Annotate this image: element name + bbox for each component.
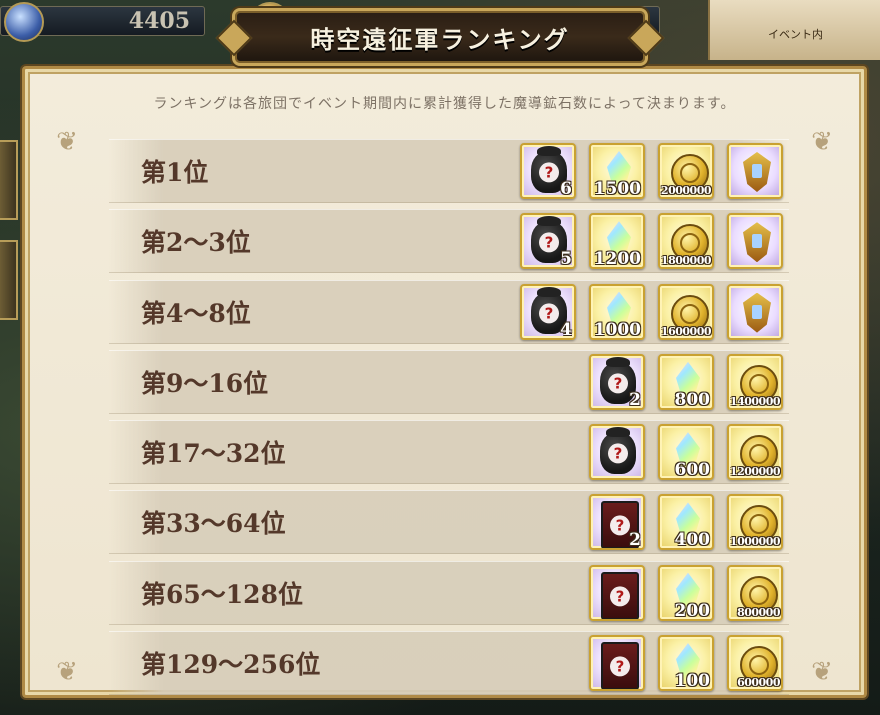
reward-items: ? 2 800 1400000 — [589, 353, 783, 410]
reward-quantity: 2 — [629, 389, 641, 410]
reward-quantity: 1500 — [593, 179, 641, 199]
rank-label: 第65〜128位 — [141, 579, 303, 609]
reward-item[interactable]: ? 2 — [589, 353, 645, 410]
reward-item[interactable]: 1800000 — [658, 213, 714, 270]
ranking-row: 第4〜8位 ? 4 1000 1600000 — [109, 279, 789, 344]
ranking-row: 第17〜32位? 600 1200000 — [109, 420, 789, 485]
ranking-row: 第65〜128位? 200 800000 — [109, 560, 789, 625]
medal-emblem-icon — [743, 222, 771, 263]
reward-item[interactable]: 2000000 — [658, 143, 714, 199]
reward-item[interactable] — [727, 143, 783, 199]
event-tab[interactable]: イベント内 — [708, 0, 880, 60]
rank-label: 第1位 — [141, 158, 209, 187]
ornament-bottom-right-icon: ❦ — [811, 657, 833, 687]
reward-item[interactable]: 800000 — [727, 564, 783, 621]
reward-item[interactable]: ? — [589, 424, 645, 481]
ranking-row: 第9〜16位 ? 2 800 1400000 — [109, 349, 789, 414]
title-plate: 時空遠征軍ランキング — [232, 8, 648, 66]
reward-quantity: 800000 — [737, 605, 780, 619]
reward-item[interactable] — [727, 283, 783, 340]
rank-label: 第129〜256位 — [141, 650, 321, 680]
reward-items: ? 4 1000 1600000 — [520, 283, 783, 340]
scroll-mystery-icon: ? — [601, 642, 639, 690]
reward-items: ? 2 400 1000000 — [589, 494, 783, 551]
reward-item[interactable]: 200 — [658, 564, 714, 621]
reward-item[interactable]: 1000000 — [727, 494, 783, 551]
reward-items: ? 600 1200000 — [589, 424, 783, 481]
reward-item[interactable]: ? 4 — [520, 283, 576, 340]
ornament-bottom-left-icon: ❦ — [56, 657, 78, 687]
reward-items: ? 5 1200 1800000 — [520, 213, 783, 270]
reward-item[interactable]: ? 6 — [520, 143, 576, 199]
event-tab-label: イベント内 — [768, 28, 823, 41]
reward-quantity: 200 — [674, 600, 711, 621]
reward-quantity: 2 — [629, 530, 641, 551]
ranking-description: ランキングは各旅団でイベント期間内に累計獲得した魔導鉱石数によって決まります。 — [153, 96, 736, 112]
reward-item[interactable]: 1000 — [589, 283, 645, 340]
reward-quantity: 1400000 — [729, 394, 781, 408]
reward-items: ? 6 1500 2000000 — [520, 143, 783, 199]
reward-items: ? 100 600000 — [589, 635, 783, 692]
ornament-top-right-icon: ❦ — [811, 127, 833, 157]
reward-quantity: 1000000 — [729, 535, 781, 549]
ranking-row: 第129〜256位? 100 600000 — [109, 631, 789, 696]
medal-emblem-icon — [743, 292, 771, 333]
reward-quantity: 800 — [674, 389, 711, 410]
reward-quantity: 100 — [674, 671, 711, 692]
reward-item[interactable]: 100 — [658, 635, 714, 692]
reward-item[interactable]: 600 — [658, 424, 714, 481]
reward-item[interactable]: ? 2 — [589, 494, 645, 551]
ranking-row: 第33〜64位 ? 2 400 1000000 — [109, 490, 789, 555]
rank-label: 第2〜3位 — [141, 228, 251, 258]
reward-item[interactable]: 1600000 — [658, 283, 714, 340]
ornament-top-left-icon: ❦ — [56, 127, 78, 157]
reward-quantity: 1200000 — [729, 465, 781, 479]
reward-quantity: 1600000 — [660, 324, 712, 338]
scroll-mystery-icon: ? — [601, 571, 639, 619]
reward-quantity: 600 — [674, 460, 711, 481]
resource-1-value: 4405 — [128, 8, 190, 34]
ranking-row: 第1位 ? 6 1500 2000000 — [109, 139, 789, 203]
reward-item[interactable]: ? 5 — [520, 213, 576, 270]
ranking-row: 第2〜3位 ? 5 1200 1800000 — [109, 209, 789, 274]
rank-label: 第9〜16位 — [141, 368, 269, 398]
reward-quantity: 1000 — [593, 319, 641, 340]
reward-item[interactable]: 1500 — [589, 143, 645, 199]
reward-quantity: 5 — [560, 249, 572, 270]
rank-label: 第33〜64位 — [141, 509, 286, 539]
reward-item[interactable]: 1200000 — [727, 424, 783, 481]
reward-quantity: 400 — [674, 530, 711, 551]
reward-quantity: 6 — [560, 179, 572, 199]
reward-quantity: 600000 — [737, 676, 780, 690]
reward-quantity: 4 — [560, 319, 572, 340]
page-title: 時空遠征軍ランキング — [310, 24, 570, 54]
reward-item[interactable] — [727, 213, 783, 270]
rank-label: 第17〜32位 — [141, 439, 286, 469]
reward-item[interactable]: ? — [589, 635, 645, 692]
side-menu-button-2[interactable] — [0, 240, 18, 320]
ranking-list: 第1位? 6 1500 2000000 第2〜3位? 5 1200 1800000 第4〜8位?… — [109, 139, 789, 701]
reward-item[interactable]: 800 — [658, 353, 714, 410]
medal-emblem-icon — [743, 152, 771, 192]
reward-item[interactable]: 1400000 — [727, 353, 783, 410]
reward-item[interactable]: 1200 — [589, 213, 645, 270]
bag-mystery-icon: ? — [600, 427, 636, 475]
reward-quantity: 1800000 — [660, 254, 712, 268]
rank-label: 第4〜8位 — [141, 298, 251, 328]
reward-quantity: 1200 — [593, 249, 641, 270]
reward-item[interactable]: ? — [589, 564, 645, 621]
side-menu-button-1[interactable] — [0, 140, 18, 220]
reward-item[interactable]: 400 — [658, 494, 714, 551]
reward-items: ? 200 800000 — [589, 564, 783, 621]
reward-quantity: 2000000 — [660, 184, 712, 197]
reward-item[interactable]: 600000 — [727, 635, 783, 692]
ranking-panel: ランキングは各旅団でイベント期間内に累計獲得した魔導鉱石数によって決まります。 … — [22, 66, 867, 698]
gem-resource-icon[interactable] — [4, 2, 44, 42]
